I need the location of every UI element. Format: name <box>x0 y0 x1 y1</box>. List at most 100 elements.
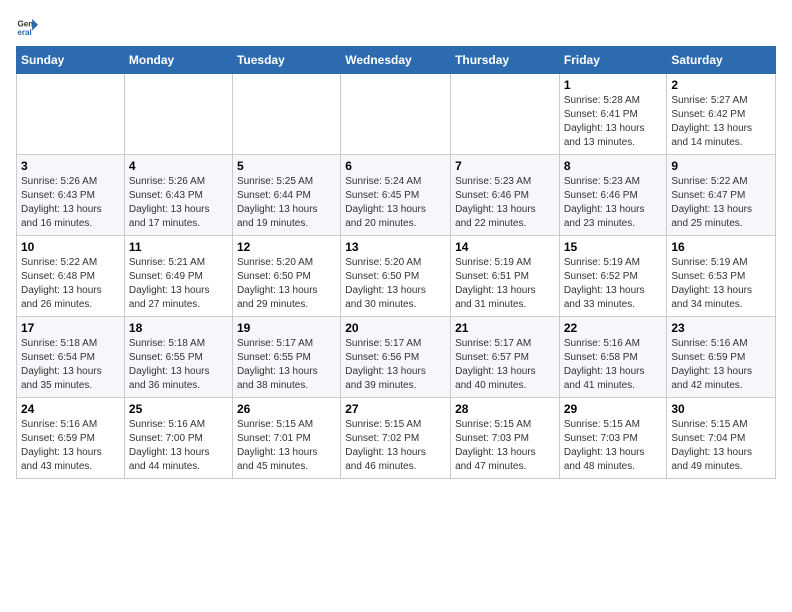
day-number: 6 <box>345 159 446 173</box>
calendar-cell: 30 Sunrise: 5:15 AM Sunset: 7:04 PM Dayli… <box>667 398 776 479</box>
day-number: 20 <box>345 321 446 335</box>
day-number: 1 <box>564 78 663 92</box>
weekday-header-row: SundayMondayTuesdayWednesdayThursdayFrid… <box>17 47 776 74</box>
day-number: 8 <box>564 159 663 173</box>
day-detail: Sunrise: 5:22 AM Sunset: 6:48 PM Dayligh… <box>21 256 120 312</box>
day-detail: Sunrise: 5:15 AM Sunset: 7:04 PM Dayligh… <box>671 418 771 474</box>
calendar-cell: 7 Sunrise: 5:23 AM Sunset: 6:46 PM Daylig… <box>451 155 560 236</box>
day-detail: Sunrise: 5:16 AM Sunset: 6:58 PM Dayligh… <box>564 337 663 393</box>
week-row-4: 17Sunrise: 5:18 AM Sunset: 6:54 PM Dayli… <box>17 317 776 398</box>
page-header: Gen eral <box>16 16 776 38</box>
svg-text:Gen: Gen <box>17 19 33 28</box>
day-detail: Sunrise: 5:16 AM Sunset: 6:59 PM Dayligh… <box>671 337 771 393</box>
day-detail: Sunrise: 5:15 AM Sunset: 7:03 PM Dayligh… <box>455 418 555 474</box>
calendar-cell: 22 Sunrise: 5:16 AM Sunset: 6:58 PM Dayli… <box>559 317 667 398</box>
day-detail: Sunrise: 5:26 AM Sunset: 6:43 PM Dayligh… <box>21 175 120 231</box>
day-number: 9 <box>671 159 771 173</box>
day-detail: Sunrise: 5:18 AM Sunset: 6:55 PM Dayligh… <box>129 337 228 393</box>
day-detail: Sunrise: 5:24 AM Sunset: 6:45 PM Dayligh… <box>345 175 446 231</box>
calendar-cell: 8 Sunrise: 5:23 AM Sunset: 6:46 PM Daylig… <box>559 155 667 236</box>
calendar-cell: 1 Sunrise: 5:28 AM Sunset: 6:41 PM Daylig… <box>559 74 667 155</box>
calendar-cell: 15 Sunrise: 5:19 AM Sunset: 6:52 PM Dayli… <box>559 236 667 317</box>
day-detail: Sunrise: 5:15 AM Sunset: 7:02 PM Dayligh… <box>345 418 446 474</box>
day-detail: Sunrise: 5:25 AM Sunset: 6:44 PM Dayligh… <box>237 175 336 231</box>
day-detail: Sunrise: 5:21 AM Sunset: 6:49 PM Dayligh… <box>129 256 228 312</box>
day-number: 13 <box>345 240 446 254</box>
calendar-cell: 5 Sunrise: 5:25 AM Sunset: 6:44 PM Daylig… <box>232 155 340 236</box>
day-number: 22 <box>564 321 663 335</box>
weekday-header-friday: Friday <box>559 47 667 74</box>
day-detail: Sunrise: 5:16 AM Sunset: 6:59 PM Dayligh… <box>21 418 120 474</box>
day-number: 2 <box>671 78 771 92</box>
day-detail: Sunrise: 5:17 AM Sunset: 6:55 PM Dayligh… <box>237 337 336 393</box>
calendar-cell: 27 Sunrise: 5:15 AM Sunset: 7:02 PM Dayli… <box>341 398 451 479</box>
day-number: 23 <box>671 321 771 335</box>
day-number: 7 <box>455 159 555 173</box>
calendar-cell <box>232 74 340 155</box>
day-number: 25 <box>129 402 228 416</box>
day-number: 3 <box>21 159 120 173</box>
weekday-header-thursday: Thursday <box>451 47 560 74</box>
calendar-cell: 12Sunrise: 5:20 AM Sunset: 6:50 PM Dayli… <box>232 236 340 317</box>
calendar-cell: 16 Sunrise: 5:19 AM Sunset: 6:53 PM Dayli… <box>667 236 776 317</box>
calendar-cell: 9Sunrise: 5:22 AM Sunset: 6:47 PM Daylig… <box>667 155 776 236</box>
svg-text:eral: eral <box>17 28 31 37</box>
weekday-header-saturday: Saturday <box>667 47 776 74</box>
day-number: 30 <box>671 402 771 416</box>
day-number: 15 <box>564 240 663 254</box>
calendar-cell: 20 Sunrise: 5:17 AM Sunset: 6:56 PM Dayli… <box>341 317 451 398</box>
calendar-cell: 11 Sunrise: 5:21 AM Sunset: 6:49 PM Dayli… <box>124 236 232 317</box>
calendar-cell: 10 Sunrise: 5:22 AM Sunset: 6:48 PM Dayli… <box>17 236 125 317</box>
calendar-cell <box>341 74 451 155</box>
day-number: 27 <box>345 402 446 416</box>
day-number: 11 <box>129 240 228 254</box>
day-number: 12 <box>237 240 336 254</box>
day-detail: Sunrise: 5:23 AM Sunset: 6:46 PM Dayligh… <box>564 175 663 231</box>
day-detail: Sunrise: 5:27 AM Sunset: 6:42 PM Dayligh… <box>671 94 771 150</box>
calendar-cell: 28 Sunrise: 5:15 AM Sunset: 7:03 PM Dayli… <box>451 398 560 479</box>
day-number: 5 <box>237 159 336 173</box>
day-detail: Sunrise: 5:16 AM Sunset: 7:00 PM Dayligh… <box>129 418 228 474</box>
calendar-cell: 26 Sunrise: 5:15 AM Sunset: 7:01 PM Dayli… <box>232 398 340 479</box>
calendar-cell <box>124 74 232 155</box>
weekday-header-monday: Monday <box>124 47 232 74</box>
day-number: 18 <box>129 321 228 335</box>
day-detail: Sunrise: 5:20 AM Sunset: 6:50 PM Dayligh… <box>345 256 446 312</box>
logo-icon: Gen eral <box>16 16 38 38</box>
day-number: 21 <box>455 321 555 335</box>
day-detail: Sunrise: 5:19 AM Sunset: 6:53 PM Dayligh… <box>671 256 771 312</box>
day-number: 4 <box>129 159 228 173</box>
day-number: 28 <box>455 402 555 416</box>
day-detail: Sunrise: 5:19 AM Sunset: 6:51 PM Dayligh… <box>455 256 555 312</box>
calendar-cell: 25 Sunrise: 5:16 AM Sunset: 7:00 PM Dayli… <box>124 398 232 479</box>
day-number: 10 <box>21 240 120 254</box>
calendar-cell: 6 Sunrise: 5:24 AM Sunset: 6:45 PM Daylig… <box>341 155 451 236</box>
day-number: 26 <box>237 402 336 416</box>
day-number: 16 <box>671 240 771 254</box>
day-detail: Sunrise: 5:28 AM Sunset: 6:41 PM Dayligh… <box>564 94 663 150</box>
weekday-header-sunday: Sunday <box>17 47 125 74</box>
week-row-2: 3 Sunrise: 5:26 AM Sunset: 6:43 PM Daylig… <box>17 155 776 236</box>
day-detail: Sunrise: 5:19 AM Sunset: 6:52 PM Dayligh… <box>564 256 663 312</box>
day-number: 14 <box>455 240 555 254</box>
calendar-cell: 29Sunrise: 5:15 AM Sunset: 7:03 PM Dayli… <box>559 398 667 479</box>
weekday-header-wednesday: Wednesday <box>341 47 451 74</box>
calendar-cell: 19 Sunrise: 5:17 AM Sunset: 6:55 PM Dayli… <box>232 317 340 398</box>
week-row-5: 24Sunrise: 5:16 AM Sunset: 6:59 PM Dayli… <box>17 398 776 479</box>
calendar-cell: 13 Sunrise: 5:20 AM Sunset: 6:50 PM Dayli… <box>341 236 451 317</box>
day-detail: Sunrise: 5:17 AM Sunset: 6:56 PM Dayligh… <box>345 337 446 393</box>
calendar-cell: 14 Sunrise: 5:19 AM Sunset: 6:51 PM Dayli… <box>451 236 560 317</box>
day-number: 19 <box>237 321 336 335</box>
week-row-3: 10 Sunrise: 5:22 AM Sunset: 6:48 PM Dayli… <box>17 236 776 317</box>
day-number: 17 <box>21 321 120 335</box>
calendar-table: SundayMondayTuesdayWednesdayThursdayFrid… <box>16 46 776 479</box>
calendar-cell: 4Sunrise: 5:26 AM Sunset: 6:43 PM Daylig… <box>124 155 232 236</box>
day-detail: Sunrise: 5:15 AM Sunset: 7:01 PM Dayligh… <box>237 418 336 474</box>
weekday-header-tuesday: Tuesday <box>232 47 340 74</box>
calendar-cell <box>451 74 560 155</box>
logo: Gen eral <box>16 16 42 38</box>
calendar-cell: 23 Sunrise: 5:16 AM Sunset: 6:59 PM Dayli… <box>667 317 776 398</box>
day-detail: Sunrise: 5:23 AM Sunset: 6:46 PM Dayligh… <box>455 175 555 231</box>
day-detail: Sunrise: 5:15 AM Sunset: 7:03 PM Dayligh… <box>564 418 663 474</box>
calendar-cell: 3 Sunrise: 5:26 AM Sunset: 6:43 PM Daylig… <box>17 155 125 236</box>
